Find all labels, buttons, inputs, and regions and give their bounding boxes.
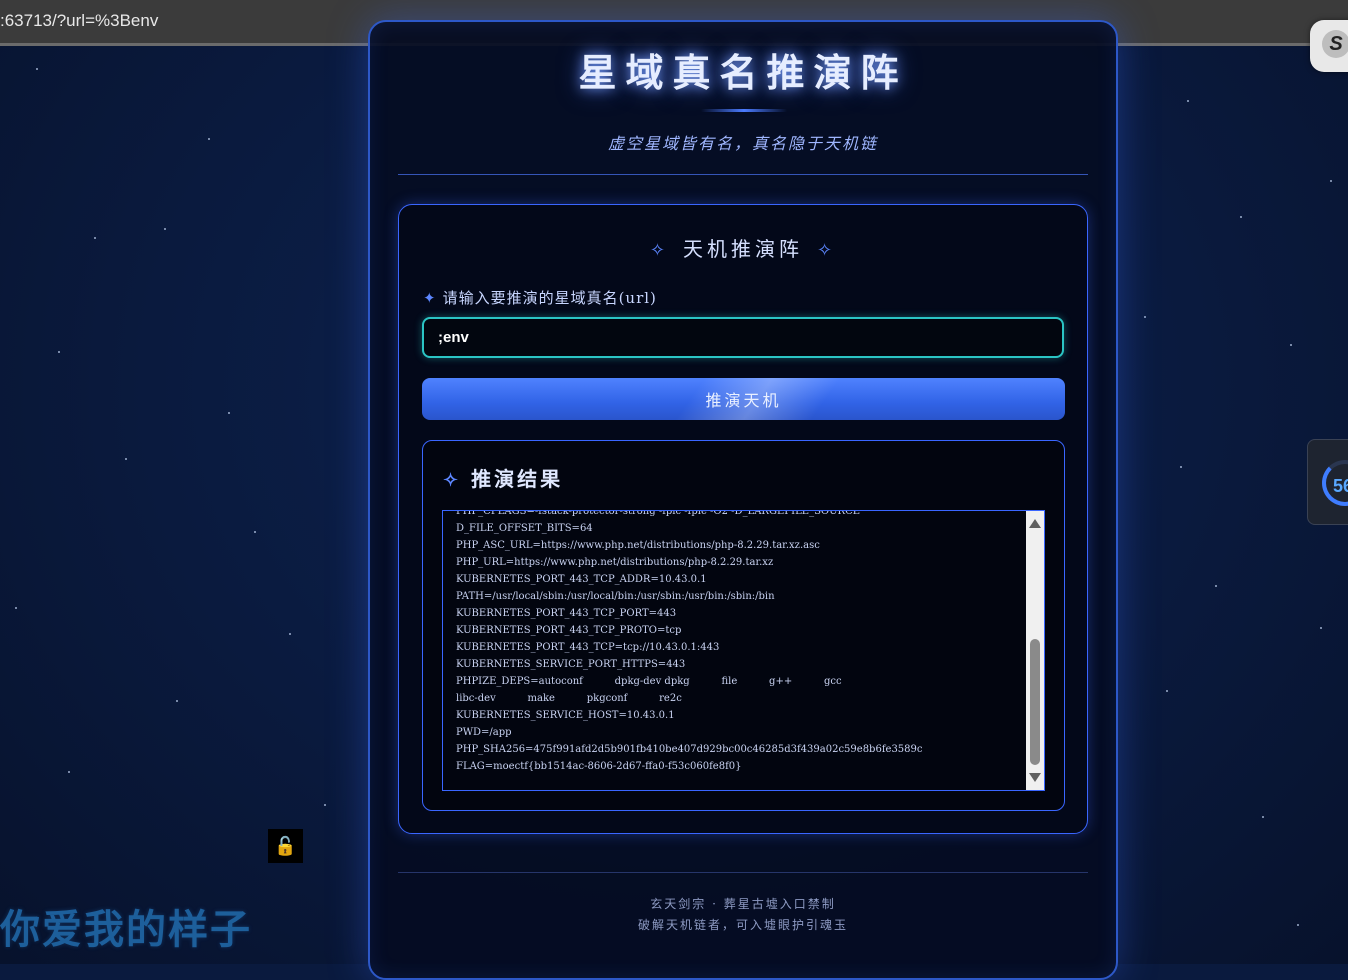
result-output-text: PHP_CFLAGS=-fstack-protector-strong -fpi… <box>456 510 1026 775</box>
extension-button[interactable]: S <box>1310 20 1348 72</box>
output-line: KUBERNETES_SERVICE_HOST=10.43.0.1 <box>456 710 675 721</box>
output-line: KUBERNETES_PORT_443_TCP=tcp://10.43.0.1:… <box>456 642 720 653</box>
title-underline-decoration <box>701 109 787 112</box>
output-line: FLAG=moectf{bb1514ac-8606-2d67-ffa0-f53c… <box>456 761 742 772</box>
output-line: KUBERNETES_PORT_443_TCP_ADDR=10.43.0.1 <box>456 574 707 585</box>
floating-speed-widget[interactable]: 56 <box>1307 439 1348 525</box>
output-line: PWD=/app <box>456 727 512 738</box>
result-output-box[interactable]: PHP_CFLAGS=-fstack-protector-strong -fpi… <box>442 510 1045 791</box>
sparkle-icon-right: ✧ <box>817 240 837 261</box>
output-line: KUBERNETES_SERVICE_PORT_HTTPS=443 <box>456 659 686 670</box>
submit-button[interactable]: 推演天机 <box>422 378 1065 420</box>
output-line: libc-dev make pkgconf re2c <box>456 693 682 704</box>
sparkle-icon: ✧ <box>443 470 462 491</box>
output-line: PATH=/usr/local/sbin:/usr/local/bin:/usr… <box>456 591 775 602</box>
deduction-panel: ✧ 天机推演阵 ✧ ✦ 请输入要推演的星域真名(url) 推演天机 ✧ 推演结果 PHP… <box>398 204 1088 834</box>
gauge-value: 56 <box>1333 476 1348 496</box>
output-line: PHPIZE_DEPS=autoconf dpkg-dev dpkg file … <box>456 676 842 687</box>
scroll-up-arrow-icon[interactable] <box>1029 519 1041 528</box>
page-subtitle: 虚空星域皆有名，真名隐于天机链 <box>607 134 878 153</box>
output-line: PHP_CFLAGS=-fstack-protector-strong -fpi… <box>456 510 861 517</box>
output-scrollbar[interactable] <box>1026 511 1044 790</box>
page-title: 星域真名推演阵 <box>578 50 908 95</box>
lock-button[interactable]: 🔓 <box>268 829 303 863</box>
main-card: 星域真名推演阵 虚空星域皆有名，真名隐于天机链 ✧ 天机推演阵 ✧ ✦ 请输入要推演的… <box>368 20 1118 980</box>
scrollbar-thumb[interactable] <box>1030 639 1040 765</box>
footer-line-1: 玄天剑宗 · 葬星古墟入口禁制 <box>650 897 836 911</box>
panel-title: ✧ 天机推演阵 ✧ <box>399 233 1087 262</box>
sparkle-icon-left: ✧ <box>649 240 669 261</box>
output-line: KUBERNETES_PORT_443_TCP_PORT=443 <box>456 608 677 619</box>
output-line: PHP_ASC_URL=https://www.php.net/distribu… <box>456 540 820 551</box>
output-line: PHP_URL=https://www.php.net/distribution… <box>456 557 774 568</box>
address-url-text[interactable]: :63713/?url=%3Benv <box>0 11 158 31</box>
footer-line-2: 破解天机链者，可入墟眼护引魂玉 <box>637 918 848 932</box>
result-title: ✧ 推演结果 <box>443 463 563 492</box>
result-title-text: 推演结果 <box>471 467 564 491</box>
url-input[interactable] <box>422 317 1064 358</box>
star-bullet-icon: ✦ <box>423 289 437 307</box>
lyric-overlay-text: 你爱我的样子 <box>0 907 252 953</box>
submit-button-label: 推演天机 <box>705 391 782 410</box>
output-line: PHP_SHA256=475f991afd2d5b901fb410be407d9… <box>456 744 923 755</box>
panel-title-text: 天机推演阵 <box>683 237 803 261</box>
footer-divider <box>398 872 1088 873</box>
header-divider <box>398 174 1088 175</box>
url-field-label-text: 请输入要推演的星域真名(url) <box>442 289 657 307</box>
scroll-down-arrow-icon[interactable] <box>1029 773 1041 782</box>
unlock-icon: 🔓 <box>274 835 297 857</box>
output-line: D_FILE_OFFSET_BITS=64 <box>456 523 593 534</box>
extension-s-icon: S <box>1322 30 1348 58</box>
output-line: KUBERNETES_PORT_443_TCP_PROTO=tcp <box>456 625 682 636</box>
result-section: ✧ 推演结果 PHP_CFLAGS=-fstack-protector-stron… <box>422 440 1065 811</box>
url-field-label: ✦ 请输入要推演的星域真名(url) <box>423 287 657 308</box>
